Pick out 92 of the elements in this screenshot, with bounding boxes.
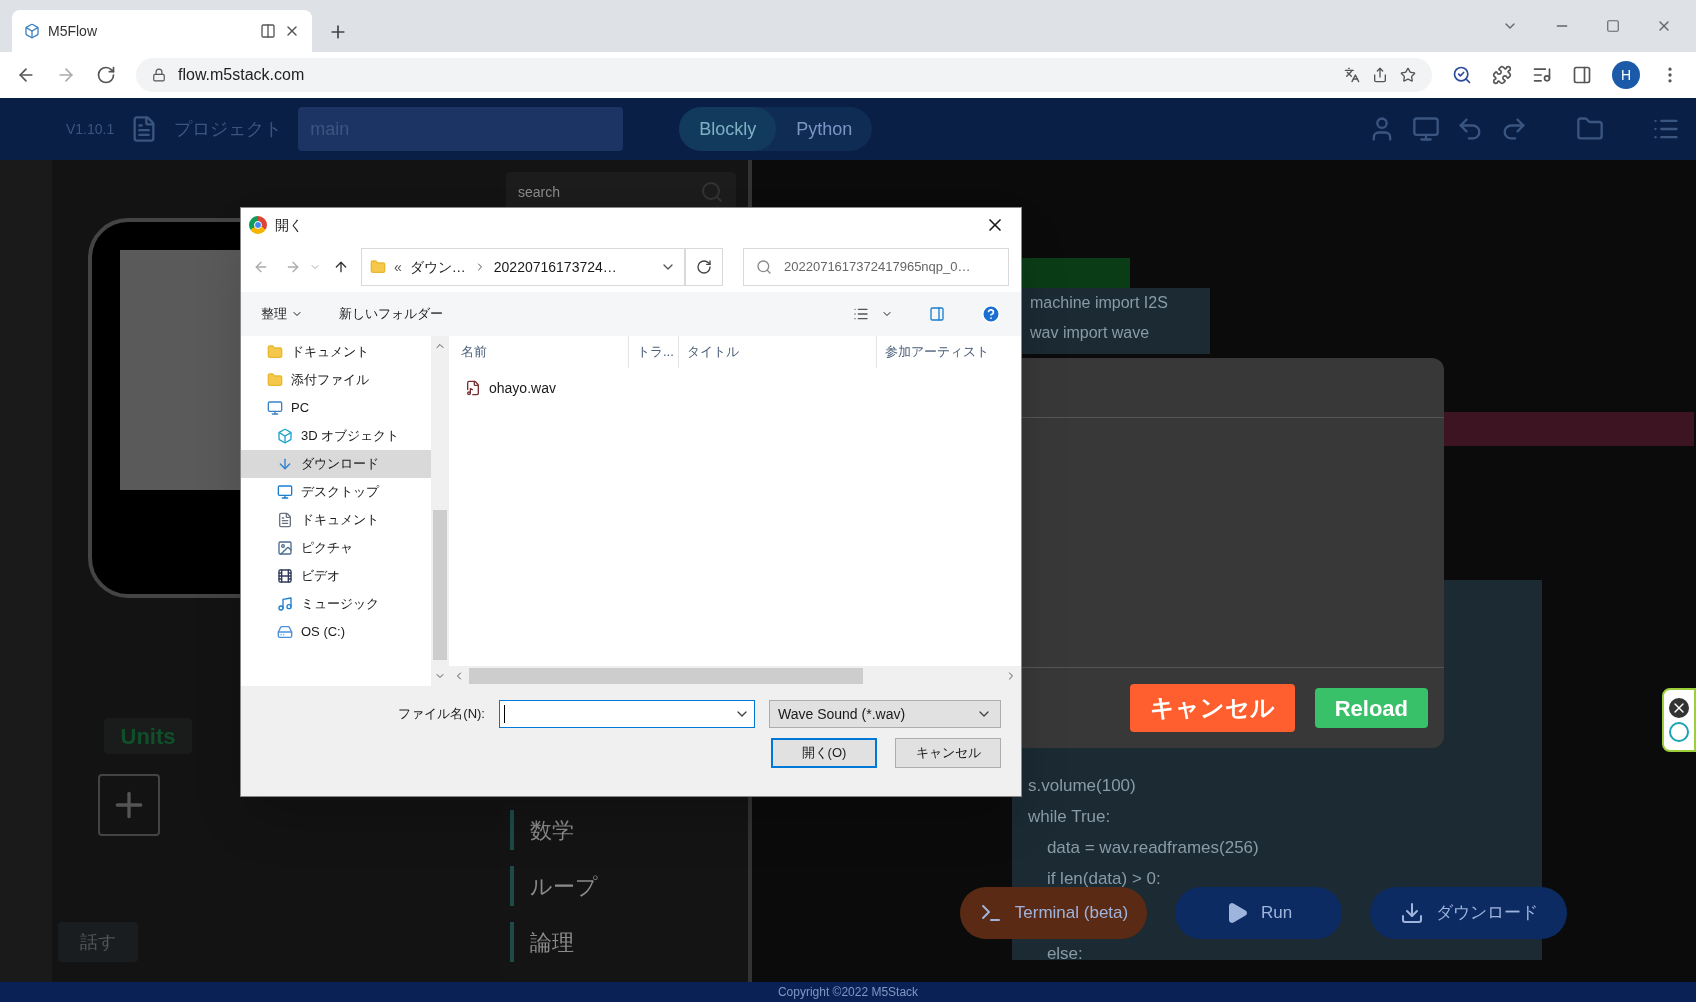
tab-title: M5Flow xyxy=(48,21,98,41)
scrollbar-thumb[interactable] xyxy=(469,668,863,684)
maximize-icon[interactable] xyxy=(1606,19,1620,33)
block-category[interactable]: 論理 xyxy=(510,922,748,962)
device-icon[interactable] xyxy=(1412,115,1440,143)
search-icon xyxy=(700,180,724,204)
audio-file-icon xyxy=(465,380,481,396)
picture-icon xyxy=(277,540,293,556)
dialog-button[interactable]: キャンセル xyxy=(895,738,1001,768)
code-line: while True: xyxy=(1028,806,1111,828)
search-icon xyxy=(756,259,772,275)
code-line: wav import wave xyxy=(1030,323,1151,343)
nav-item[interactable]: ミュージック xyxy=(241,590,431,618)
block-category[interactable]: ループ xyxy=(510,866,748,906)
share-icon[interactable] xyxy=(1372,67,1388,83)
column-header[interactable]: タイトル xyxy=(679,336,877,368)
version-label: V1.10.1 xyxy=(66,119,115,139)
folder-icon xyxy=(267,344,283,360)
code-line: s.volume(100) xyxy=(1028,775,1136,797)
mode-tab[interactable]: Python xyxy=(776,107,873,151)
folder-icon xyxy=(370,259,386,275)
nav-item[interactable]: 3D オブジェクト xyxy=(241,422,431,450)
preview-pane-icon[interactable] xyxy=(929,306,945,322)
mode-tab[interactable]: Blockly xyxy=(679,107,777,151)
nav-item[interactable]: ドキュメント xyxy=(241,338,431,366)
extension-icon[interactable] xyxy=(1452,65,1472,85)
nav-item[interactable]: OS (C:) xyxy=(241,618,431,646)
download-icon xyxy=(277,456,293,472)
filename-label: ファイル名(N): xyxy=(398,705,485,724)
column-header[interactable]: 参加アーティスト xyxy=(877,336,1021,368)
up-icon[interactable] xyxy=(333,259,349,275)
help-icon[interactable] xyxy=(981,304,1001,324)
folder-icon[interactable] xyxy=(1576,115,1604,143)
music-note-icon xyxy=(277,596,293,612)
code-line: if len(data) > 0: xyxy=(1045,868,1161,890)
filename-field[interactable] xyxy=(499,700,755,728)
add-unit-button[interactable] xyxy=(98,774,160,836)
file-row[interactable]: ohayo.wav xyxy=(465,376,1021,400)
extensions-icon[interactable] xyxy=(1492,65,1512,85)
desktop-icon xyxy=(277,484,293,500)
profile-avatar[interactable]: H xyxy=(1612,61,1640,89)
block-category[interactable]: 数学 xyxy=(510,810,748,850)
toolbar-button[interactable]: 新しいフォルダー xyxy=(339,304,443,324)
scrollbar-thumb[interactable] xyxy=(433,510,447,660)
breadcrumb-item[interactable]: ダウン… xyxy=(409,256,466,278)
download-icon xyxy=(1399,901,1424,925)
nav-item[interactable]: ダウンロード xyxy=(241,450,431,478)
toolbar-button[interactable]: 整理 xyxy=(261,304,303,324)
close-icon[interactable] xyxy=(1669,698,1689,718)
side-panel-icon[interactable] xyxy=(1572,65,1592,85)
refresh-button[interactable] xyxy=(685,248,723,286)
breadcrumb-separator: « xyxy=(394,257,402,277)
nav-item[interactable]: 添付ファイル xyxy=(241,366,431,394)
cube-icon xyxy=(277,428,293,444)
dialog-button[interactable]: 開く(O) xyxy=(771,738,877,768)
column-header[interactable]: トラ... xyxy=(629,336,679,368)
film-icon xyxy=(277,568,293,584)
reader-icon[interactable] xyxy=(260,23,276,39)
browser-tab[interactable]: M5Flow xyxy=(12,10,312,52)
chrome-logo-icon xyxy=(249,216,267,234)
status-bar: Copyright ©2022 M5Stack xyxy=(0,982,1696,1002)
code-line: machine import I2S xyxy=(1030,293,1169,313)
nav-item[interactable]: ビデオ xyxy=(241,562,431,590)
nav-item[interactable]: ドキュメント xyxy=(241,506,431,534)
code-line: else: xyxy=(1045,943,1083,965)
star-icon[interactable] xyxy=(1400,67,1416,83)
nav-item[interactable]: PC xyxy=(241,394,431,422)
code-line: data = wav.readframes(256) xyxy=(1045,837,1259,859)
dialog-title: 開く xyxy=(275,215,304,235)
path-field[interactable]: « ダウン… 20220716173724… xyxy=(361,248,685,286)
lock-icon xyxy=(152,68,166,82)
computer-icon xyxy=(267,400,283,416)
action-button[interactable]: ダウンロード xyxy=(1370,887,1567,939)
action-button[interactable]: Terminal (beta) xyxy=(960,887,1147,939)
folder-icon xyxy=(267,372,283,388)
nav-item[interactable]: デスクトップ xyxy=(241,478,431,506)
forward-icon[interactable] xyxy=(285,259,301,275)
column-header[interactable]: 名前 xyxy=(449,336,629,368)
reload-icon[interactable] xyxy=(96,65,116,85)
address-bar[interactable]: flow.m5stack.com xyxy=(136,58,1432,92)
search-field[interactable]: 2022071617372417965nqp_0… xyxy=(743,248,1009,286)
filetype-dropdown[interactable]: Wave Sound (*.wav) xyxy=(769,700,1001,728)
action-button[interactable]: Run xyxy=(1175,887,1342,939)
nav-item[interactable]: ピクチャ xyxy=(241,534,431,562)
refresh-icon xyxy=(696,259,712,275)
drive-icon xyxy=(277,624,293,640)
breadcrumb-item[interactable]: 20220716173724… xyxy=(493,256,617,278)
cube-icon xyxy=(24,23,40,39)
media-icon[interactable] xyxy=(1532,65,1552,85)
translate-icon[interactable] xyxy=(1344,67,1360,83)
view-icon[interactable] xyxy=(853,306,869,322)
document-icon xyxy=(277,512,293,528)
